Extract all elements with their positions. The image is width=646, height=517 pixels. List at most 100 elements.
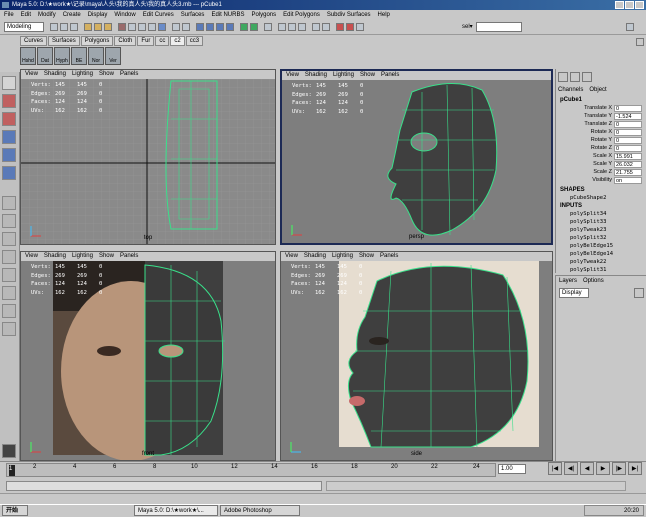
viewport-menu-panels[interactable]: Panels — [120, 70, 138, 79]
layer-type-select[interactable]: Display — [559, 288, 589, 298]
attr-rotate-y[interactable]: Rotate Y0 — [558, 137, 642, 144]
range-slider[interactable] — [6, 481, 322, 491]
mode-select[interactable]: Modeling — [4, 22, 44, 32]
render-globals-icon[interactable] — [298, 23, 306, 31]
input-node[interactable]: polySplit33 — [570, 219, 606, 225]
save-scene-icon[interactable] — [70, 23, 78, 31]
menu-display[interactable]: Display — [88, 10, 108, 20]
attribute-editor-icon[interactable] — [582, 72, 592, 82]
vertex-mask-icon[interactable] — [128, 23, 136, 31]
menu-surfaces[interactable]: Surfaces — [181, 10, 205, 20]
viewport-menu-panels[interactable]: Panels — [380, 252, 398, 261]
shelf-tab-c2[interactable]: c2 — [170, 36, 185, 46]
snap-grid-icon[interactable] — [196, 23, 204, 31]
layers-menu[interactable]: Layers — [559, 278, 577, 284]
channel-box-toggle-icon[interactable] — [626, 23, 634, 31]
viewport-menu-show[interactable]: Show — [99, 70, 114, 79]
select-hierarchy-icon[interactable] — [84, 23, 92, 31]
time-slider[interactable]: 1 2 4 6 8 10 12 14 16 18 20 22 24 — [6, 463, 496, 477]
shelf-tab-curves[interactable]: Curves — [20, 36, 48, 46]
viewport-menu-panels[interactable]: Panels — [381, 71, 399, 80]
viewport-menu-lighting[interactable]: Lighting — [72, 70, 93, 79]
shape-node[interactable]: pCubeShape2 — [570, 195, 606, 201]
hypershade-icon[interactable] — [312, 23, 320, 31]
attr-scale-x[interactable]: Scale X 15.991 — [558, 153, 642, 160]
input-ops-icon[interactable] — [240, 23, 248, 31]
shelf-button-ver[interactable]: Ver — [105, 47, 121, 65]
construction-history-icon[interactable] — [264, 23, 272, 31]
play-back-icon[interactable]: ◀ — [580, 462, 594, 475]
paint-select-tool-icon[interactable] — [2, 112, 16, 126]
select-object-icon[interactable] — [94, 23, 102, 31]
layout-single-icon[interactable] — [2, 196, 16, 210]
go-to-start-icon[interactable]: |◀ — [548, 462, 562, 475]
lock-selection-icon[interactable] — [172, 23, 180, 31]
viewport-menu-view[interactable]: View — [25, 252, 38, 261]
range-slider-track[interactable] — [326, 481, 626, 491]
output-ops-icon[interactable] — [250, 23, 258, 31]
menu-window[interactable]: Window — [114, 10, 135, 20]
viewport-menu-shading[interactable]: Shading — [304, 252, 326, 261]
snap-curve-icon[interactable] — [206, 23, 214, 31]
viewport-menu-view[interactable]: View — [286, 71, 299, 80]
current-frame-field[interactable]: 1.00 — [498, 464, 526, 474]
menu-subdiv-surfaces[interactable]: Subdiv Surfaces — [327, 10, 371, 20]
attr-translate-y[interactable]: Translate Y -1.524 — [558, 113, 642, 120]
shelf-button-hyph[interactable]: Hyph — [54, 47, 70, 65]
layout-dopesheet-icon[interactable] — [2, 322, 16, 336]
layout-hypershade-icon[interactable] — [2, 268, 16, 282]
select-tool-icon[interactable] — [2, 76, 16, 90]
scale-tool-icon[interactable] — [2, 166, 16, 180]
viewport-menu-panels[interactable]: Panels — [120, 252, 138, 261]
uv-mask-icon[interactable] — [158, 23, 166, 31]
attr-visibility[interactable]: Visibility on — [558, 177, 642, 184]
object-menu[interactable]: Object — [589, 87, 606, 93]
render-icon[interactable] — [278, 23, 286, 31]
snap-view-plane-icon[interactable] — [226, 23, 234, 31]
input-node[interactable]: polyTweak22 — [570, 259, 606, 265]
mask-icon[interactable] — [118, 23, 126, 31]
edge-mask-icon[interactable] — [138, 23, 146, 31]
face-mask-icon[interactable] — [148, 23, 156, 31]
layout-outliner-icon[interactable] — [2, 286, 16, 300]
viewport-menu-shading[interactable]: Shading — [305, 71, 327, 80]
menu-polygons[interactable]: Polygons — [251, 10, 276, 20]
layout-persp-outliner-icon[interactable] — [2, 232, 16, 246]
taskbar-item-photoshop[interactable]: Adobe Photoshop — [220, 505, 300, 516]
layout-graph-icon[interactable] — [2, 304, 16, 318]
layout-persp-graph-icon[interactable] — [2, 250, 16, 264]
minimize-button[interactable] — [615, 1, 624, 9]
shelf-button-hshd[interactable]: Hshd — [20, 47, 36, 65]
shelf-tab-cc3[interactable]: cc3 — [185, 36, 204, 46]
start-button[interactable]: 开始 — [2, 505, 28, 516]
snap-point-icon[interactable] — [216, 23, 224, 31]
menu-file[interactable]: File — [4, 10, 14, 20]
channels-menu[interactable]: Channels — [558, 87, 583, 93]
viewport-menu-shading[interactable]: Shading — [44, 70, 66, 79]
viewport-persp[interactable]: View Shading Lighting Show Panels Verts:… — [280, 69, 553, 245]
step-back-icon[interactable]: ◀| — [564, 462, 578, 475]
viewport-menu-view[interactable]: View — [285, 252, 298, 261]
close-button[interactable] — [635, 1, 644, 9]
shelf-menu-icon[interactable] — [636, 38, 644, 46]
taskbar-item-maya[interactable]: Maya 5.0: D:\★work★\... — [134, 505, 218, 516]
selection-input[interactable] — [476, 22, 522, 32]
layout-four-icon[interactable] — [2, 214, 16, 228]
attr-translate-x[interactable]: Translate X0 — [558, 105, 642, 112]
input-node[interactable]: polySplit34 — [570, 211, 606, 217]
open-scene-icon[interactable] — [60, 23, 68, 31]
go-to-end-icon[interactable]: ▶| — [628, 462, 642, 475]
command-line[interactable] — [0, 493, 646, 504]
highlight-selection-icon[interactable] — [182, 23, 190, 31]
magnet-icon[interactable] — [336, 23, 344, 31]
move-tool-icon[interactable] — [2, 130, 16, 144]
lasso-tool-icon[interactable] — [2, 94, 16, 108]
uv-editor-icon[interactable] — [322, 23, 330, 31]
menu-help[interactable]: Help — [378, 10, 390, 20]
viewport-menu-shading[interactable]: Shading — [44, 252, 66, 261]
input-node[interactable]: polySplit32 — [570, 235, 606, 241]
new-scene-icon[interactable] — [50, 23, 58, 31]
layer-editor-icon[interactable] — [570, 72, 580, 82]
attr-scale-z[interactable]: Scale Z 21.755 — [558, 169, 642, 176]
input-node[interactable]: polyTweak23 — [570, 227, 606, 233]
